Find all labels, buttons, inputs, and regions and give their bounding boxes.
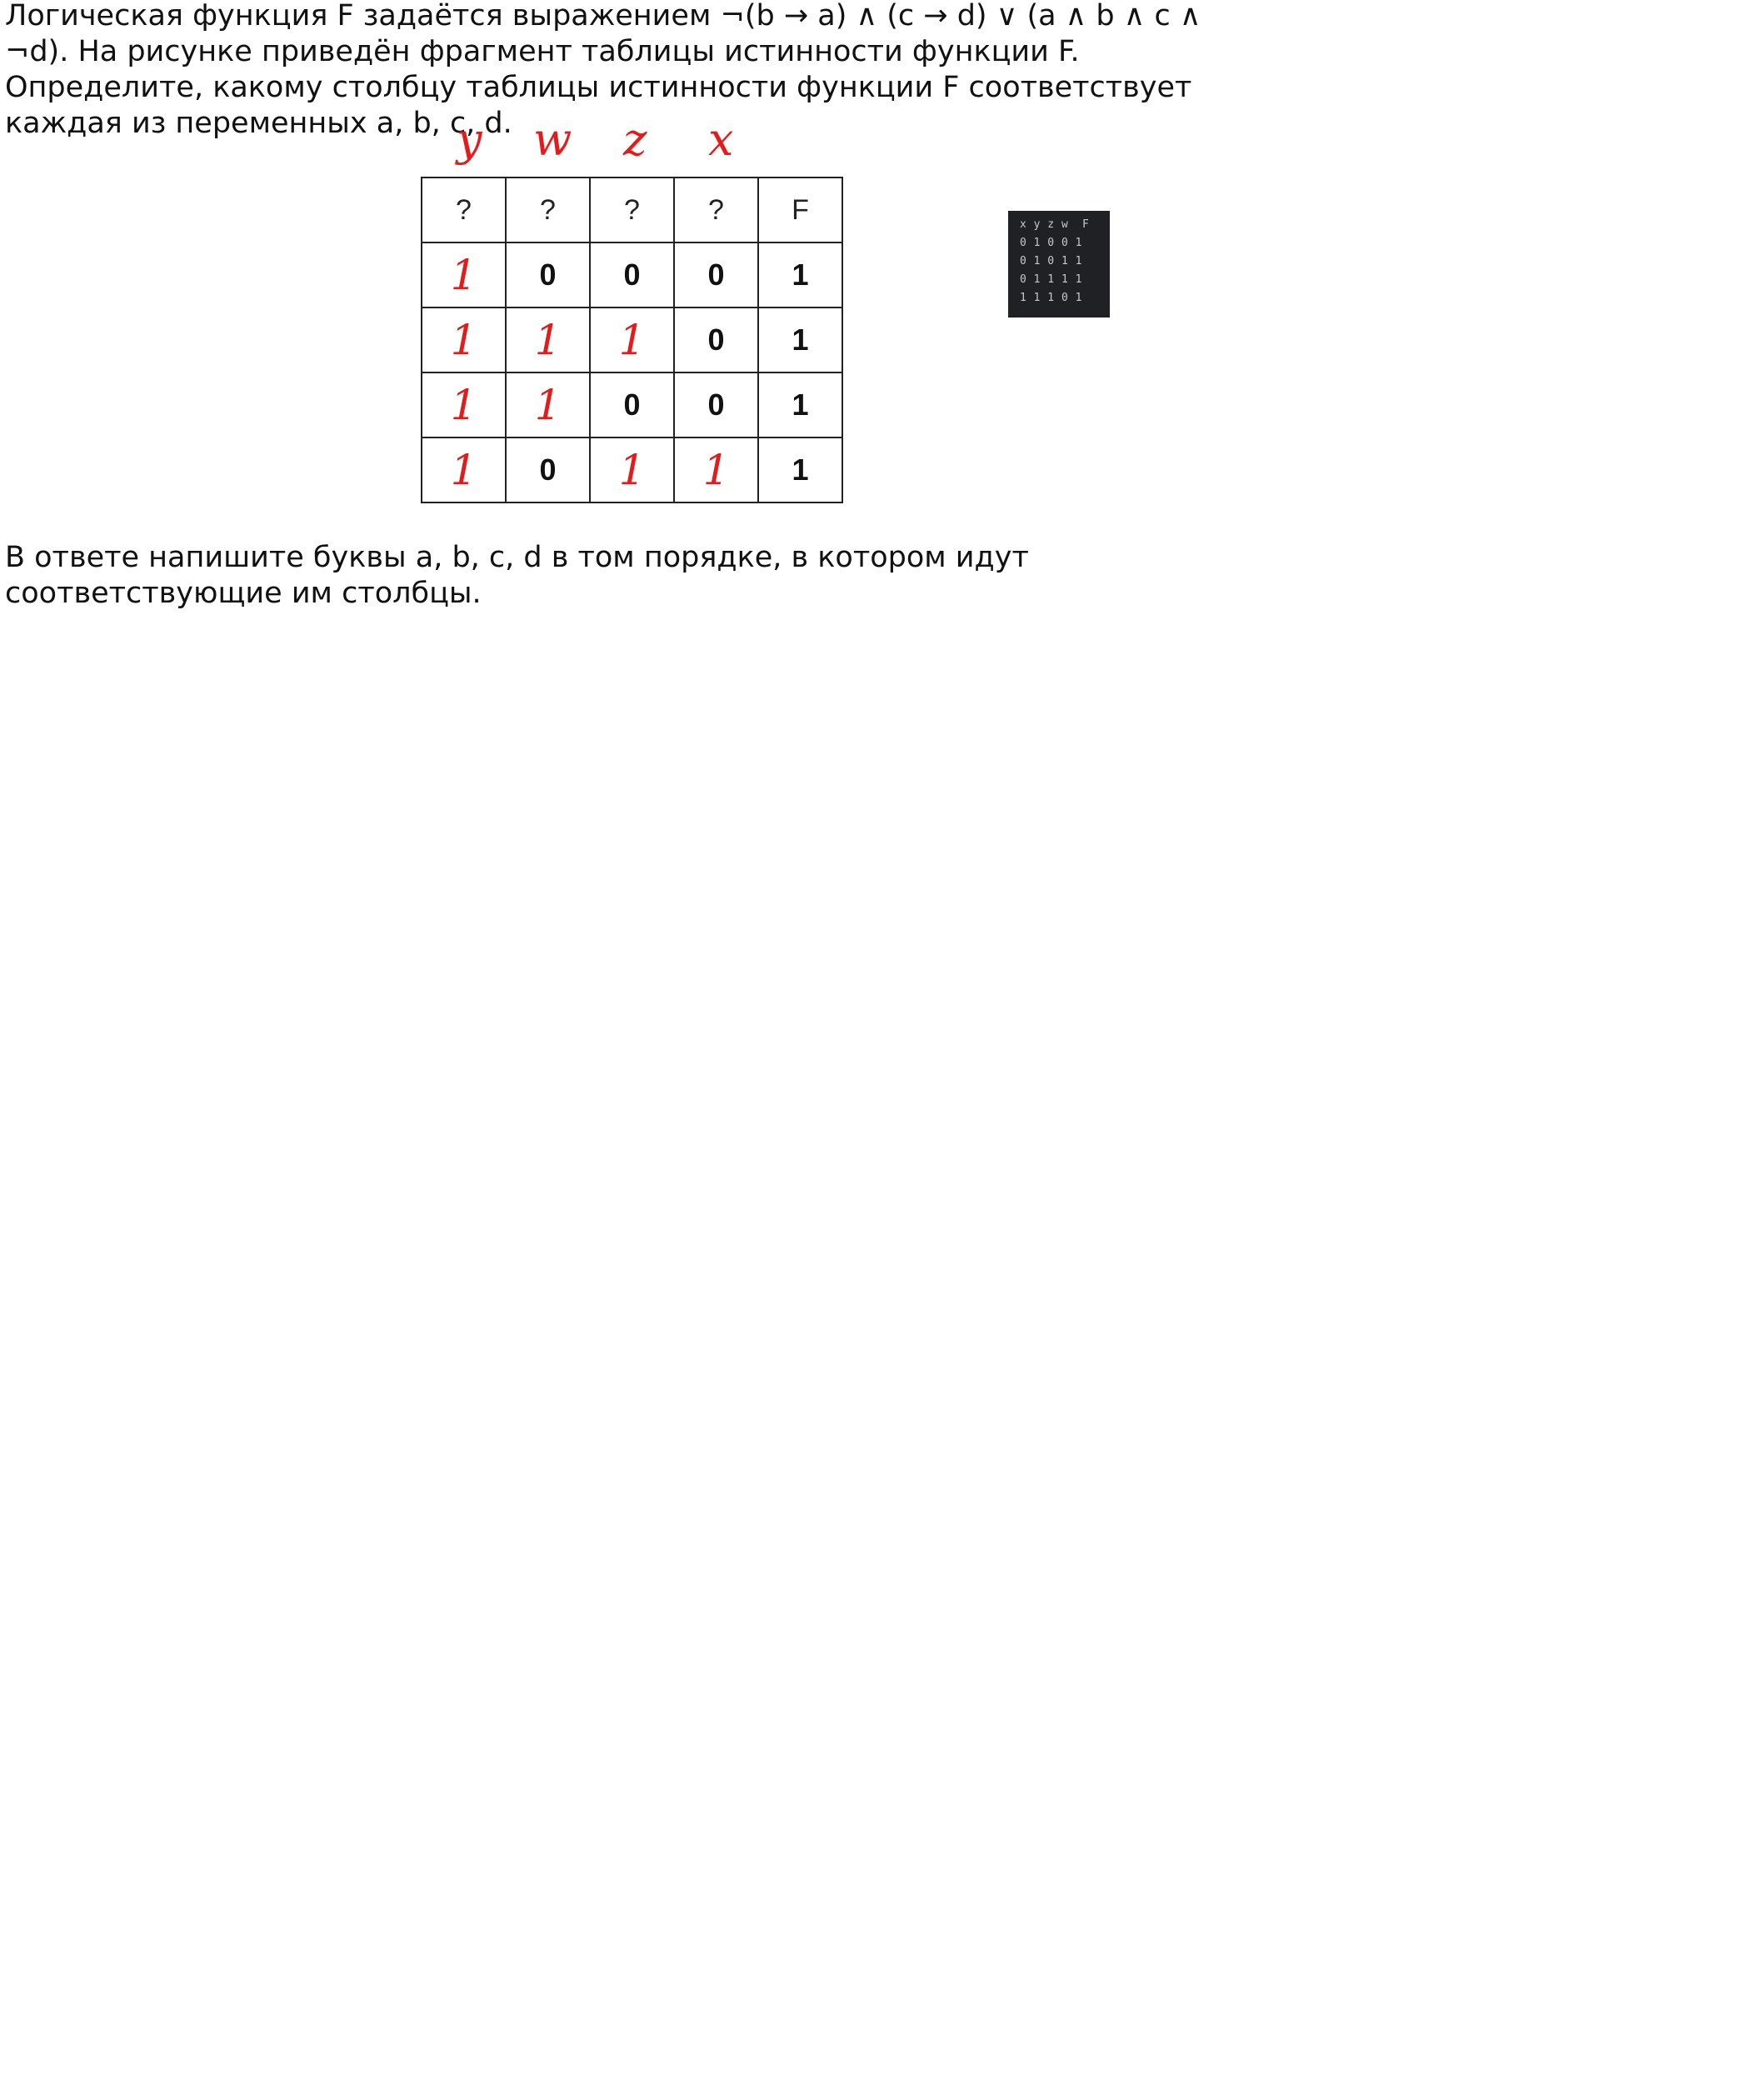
handwritten-cell: 1 [421, 437, 507, 503]
table-cell: 1 [757, 372, 843, 438]
table-cell: 0 [673, 242, 759, 308]
handwritten-label-y: y [457, 113, 482, 166]
truth-table: ? ? ? ? F 10001111011100110111 [421, 177, 843, 503]
handwritten-cell: 1 [505, 307, 591, 373]
table-row: 10001 [421, 242, 843, 308]
table-cell: 0 [673, 307, 759, 373]
handwritten-cell: 1 [589, 307, 675, 373]
table-row: 11001 [421, 372, 843, 438]
handwritten-cell: 1 [505, 372, 591, 438]
code-output-line: x y z w F [1020, 218, 1090, 231]
header-cell: ? [505, 177, 591, 243]
table-header-row: ? ? ? ? F [421, 177, 843, 243]
code-output-line: 1 1 1 0 1 [1020, 292, 1082, 304]
handwritten-cell: 1 [421, 372, 507, 438]
header-cell: ? [673, 177, 759, 243]
table-row: 10111 [421, 437, 843, 503]
code-output-line: 0 1 1 1 1 [1020, 273, 1082, 286]
table-row: 11101 [421, 307, 843, 373]
table-cell: 1 [757, 437, 843, 503]
handwritten-cell: 1 [421, 242, 507, 308]
table-cell: 0 [505, 242, 591, 308]
handwritten-label-x: x [708, 113, 734, 166]
answer-instructions: В ответе напишите буквы a, b, c, d в том… [5, 541, 1029, 610]
handwritten-cell: 1 [421, 307, 507, 373]
table-cell: 1 [757, 242, 843, 308]
header-cell: ? [421, 177, 507, 243]
header-cell-f: F [757, 177, 843, 243]
handwritten-cell: 1 [673, 437, 759, 503]
header-cell: ? [589, 177, 675, 243]
code-output-thumbnail: x y z w F 0 1 0 0 1 0 1 0 1 1 0 1 1 1 1 1 1 … [1008, 211, 1110, 318]
code-output-line: 0 1 0 0 1 [1020, 237, 1082, 249]
table-cell: 0 [673, 372, 759, 438]
table-cell: 0 [505, 437, 591, 503]
handwritten-label-w: w [533, 113, 572, 166]
handwritten-cell: 1 [589, 437, 675, 503]
table-cell: 1 [757, 307, 843, 373]
table-cell: 0 [589, 372, 675, 438]
handwritten-label-z: z [623, 113, 647, 166]
table-cell: 0 [589, 242, 675, 308]
code-output-line: 0 1 0 1 1 [1020, 255, 1082, 268]
table-body: 10001111011100110111 [421, 242, 843, 503]
